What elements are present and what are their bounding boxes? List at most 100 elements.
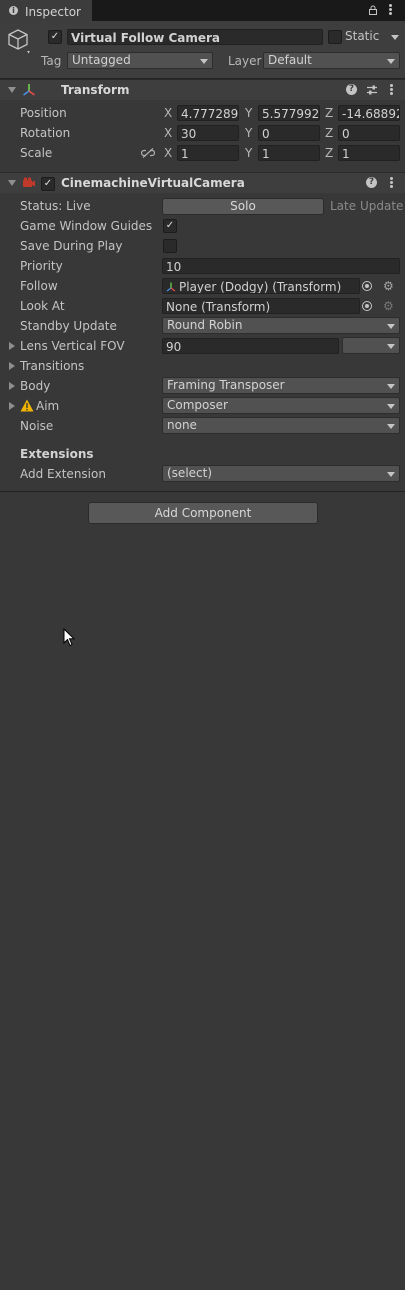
add-extension-dropdown[interactable]: (select) — [162, 465, 400, 482]
component-menu-icon[interactable] — [390, 177, 393, 189]
gear-icon[interactable]: ⚙ — [383, 280, 394, 292]
add-extension-label[interactable]: Add Extension — [20, 467, 106, 481]
save-during-play-label[interactable]: Save During Play — [20, 239, 122, 253]
rotation-y-field[interactable]: 0 — [258, 125, 320, 141]
game-window-guides-label[interactable]: Game Window Guides — [20, 219, 152, 233]
gear-icon[interactable]: ⚙ — [383, 300, 394, 312]
scale-z-axis-label[interactable]: Z — [325, 146, 333, 160]
rotation-x-axis-label[interactable]: X — [164, 126, 172, 140]
follow-value: Player (Dodgy) (Transform) — [179, 280, 342, 294]
aim-label[interactable]: Aim — [36, 399, 59, 413]
help-icon[interactable]: ? — [346, 84, 357, 95]
tag-label: Tag — [41, 54, 62, 68]
presets-icon[interactable] — [366, 84, 378, 99]
scale-x-axis-label[interactable]: X — [164, 146, 172, 160]
help-icon[interactable]: ? — [366, 177, 377, 188]
scale-label[interactable]: Scale — [20, 146, 52, 160]
save-during-play-checkbox[interactable] — [163, 239, 177, 253]
static-checkbox[interactable] — [328, 30, 342, 44]
chevron-down-icon — [200, 59, 208, 64]
rotation-label[interactable]: Rotation — [20, 126, 70, 140]
collapse-arrow-icon[interactable] — [8, 180, 16, 186]
expand-arrow-icon[interactable] — [9, 362, 15, 370]
tab-menu-icon[interactable] — [389, 4, 392, 16]
lens-vertical-fov-field[interactable]: 90 — [162, 338, 339, 354]
chevron-down-icon — [387, 384, 395, 389]
body-dropdown[interactable]: Framing Transposer — [162, 377, 400, 394]
game-window-guides-checkbox[interactable]: ✓ — [163, 219, 177, 233]
position-z-axis-label[interactable]: Z — [325, 106, 333, 120]
noise-value: none — [167, 418, 197, 432]
collapse-arrow-icon[interactable] — [8, 87, 16, 93]
component-divider — [0, 491, 405, 492]
chevron-down-icon — [387, 59, 395, 64]
scale-y-axis-label[interactable]: Y — [245, 146, 252, 160]
tag-value: Untagged — [72, 53, 131, 67]
priority-field[interactable]: 10 — [162, 258, 400, 274]
object-picker-icon[interactable] — [362, 281, 372, 291]
position-y-field[interactable]: 5.577992 — [258, 105, 320, 121]
layer-label: Layer — [228, 54, 262, 68]
static-dropdown-arrow[interactable] — [391, 35, 399, 40]
scale-y-field[interactable]: 1 — [258, 145, 320, 161]
gameobject-cube-icon — [7, 28, 31, 59]
noise-dropdown[interactable]: none — [162, 417, 400, 434]
vcam-title: CinemachineVirtualCamera — [61, 176, 245, 190]
status-label: Status: Live — [20, 199, 91, 213]
follow-field[interactable]: Player (Dodgy) (Transform) — [162, 278, 360, 294]
rotation-x-field[interactable]: 30 — [177, 125, 239, 141]
look-at-field[interactable]: None (Transform) — [162, 298, 360, 314]
tag-dropdown[interactable]: Untagged — [67, 52, 213, 69]
priority-label[interactable]: Priority — [20, 259, 63, 273]
transitions-label[interactable]: Transitions — [20, 359, 84, 373]
standby-update-dropdown[interactable]: Round Robin — [162, 317, 400, 334]
position-z-field[interactable]: -14.68892 — [338, 105, 400, 121]
rotation-z-axis-label[interactable]: Z — [325, 126, 333, 140]
scale-z-field[interactable]: 1 — [338, 145, 400, 161]
expand-arrow-icon[interactable] — [9, 382, 15, 390]
position-x-field[interactable]: 4.777289 — [177, 105, 239, 121]
standby-update-label[interactable]: Standby Update — [20, 319, 117, 333]
constrain-proportions-icon[interactable] — [140, 147, 156, 161]
active-checkbox[interactable]: ✓ — [48, 30, 62, 44]
layer-value: Default — [268, 53, 312, 67]
look-at-label[interactable]: Look At — [20, 299, 65, 313]
scale-x-field[interactable]: 1 — [177, 145, 239, 161]
standby-update-value: Round Robin — [167, 318, 243, 332]
transform-header[interactable]: Transform ? — [0, 79, 405, 100]
body-value: Framing Transposer — [167, 378, 285, 392]
position-label[interactable]: Position — [20, 106, 67, 120]
mouse-cursor-icon — [63, 627, 76, 650]
transform-icon — [22, 83, 36, 100]
aim-dropdown[interactable]: Composer — [162, 397, 400, 414]
add-component-button[interactable]: Add Component — [88, 502, 318, 524]
lens-vertical-fov-label[interactable]: Lens Vertical FOV — [20, 339, 125, 353]
object-name-field[interactable]: Virtual Follow Camera — [67, 29, 323, 45]
object-picker-icon[interactable] — [362, 301, 372, 311]
aim-value: Composer — [167, 398, 228, 412]
cinemachine-camera-icon — [22, 177, 36, 192]
component-menu-icon[interactable] — [390, 84, 393, 96]
rotation-z-field[interactable]: 0 — [338, 125, 400, 141]
extensions-heading: Extensions — [20, 447, 94, 461]
chevron-down-icon — [387, 472, 395, 477]
vcam-enabled-checkbox[interactable]: ✓ — [41, 177, 55, 191]
expand-arrow-icon[interactable] — [9, 342, 15, 350]
position-y-axis-label[interactable]: Y — [245, 106, 252, 120]
object-header: ✓ Virtual Follow Camera Static Tag Untag… — [0, 21, 405, 79]
lock-icon[interactable] — [369, 4, 377, 15]
solo-button[interactable]: Solo — [162, 198, 324, 215]
position-x-axis-label[interactable]: X — [164, 106, 172, 120]
noise-label[interactable]: Noise — [20, 419, 53, 433]
follow-label[interactable]: Follow — [20, 279, 58, 293]
vcam-header[interactable]: ✓ CinemachineVirtualCamera ? — [0, 172, 405, 193]
body-label[interactable]: Body — [20, 379, 50, 393]
chevron-down-icon — [387, 344, 395, 349]
inspector-tab-bar: i Inspector — [0, 0, 405, 22]
rotation-y-axis-label[interactable]: Y — [245, 126, 252, 140]
expand-arrow-icon[interactable] — [9, 402, 15, 410]
layer-dropdown[interactable]: Default — [263, 52, 400, 69]
tab-inspector[interactable]: i Inspector — [0, 0, 92, 22]
chevron-down-icon — [387, 404, 395, 409]
lens-preset-dropdown[interactable] — [342, 337, 400, 354]
